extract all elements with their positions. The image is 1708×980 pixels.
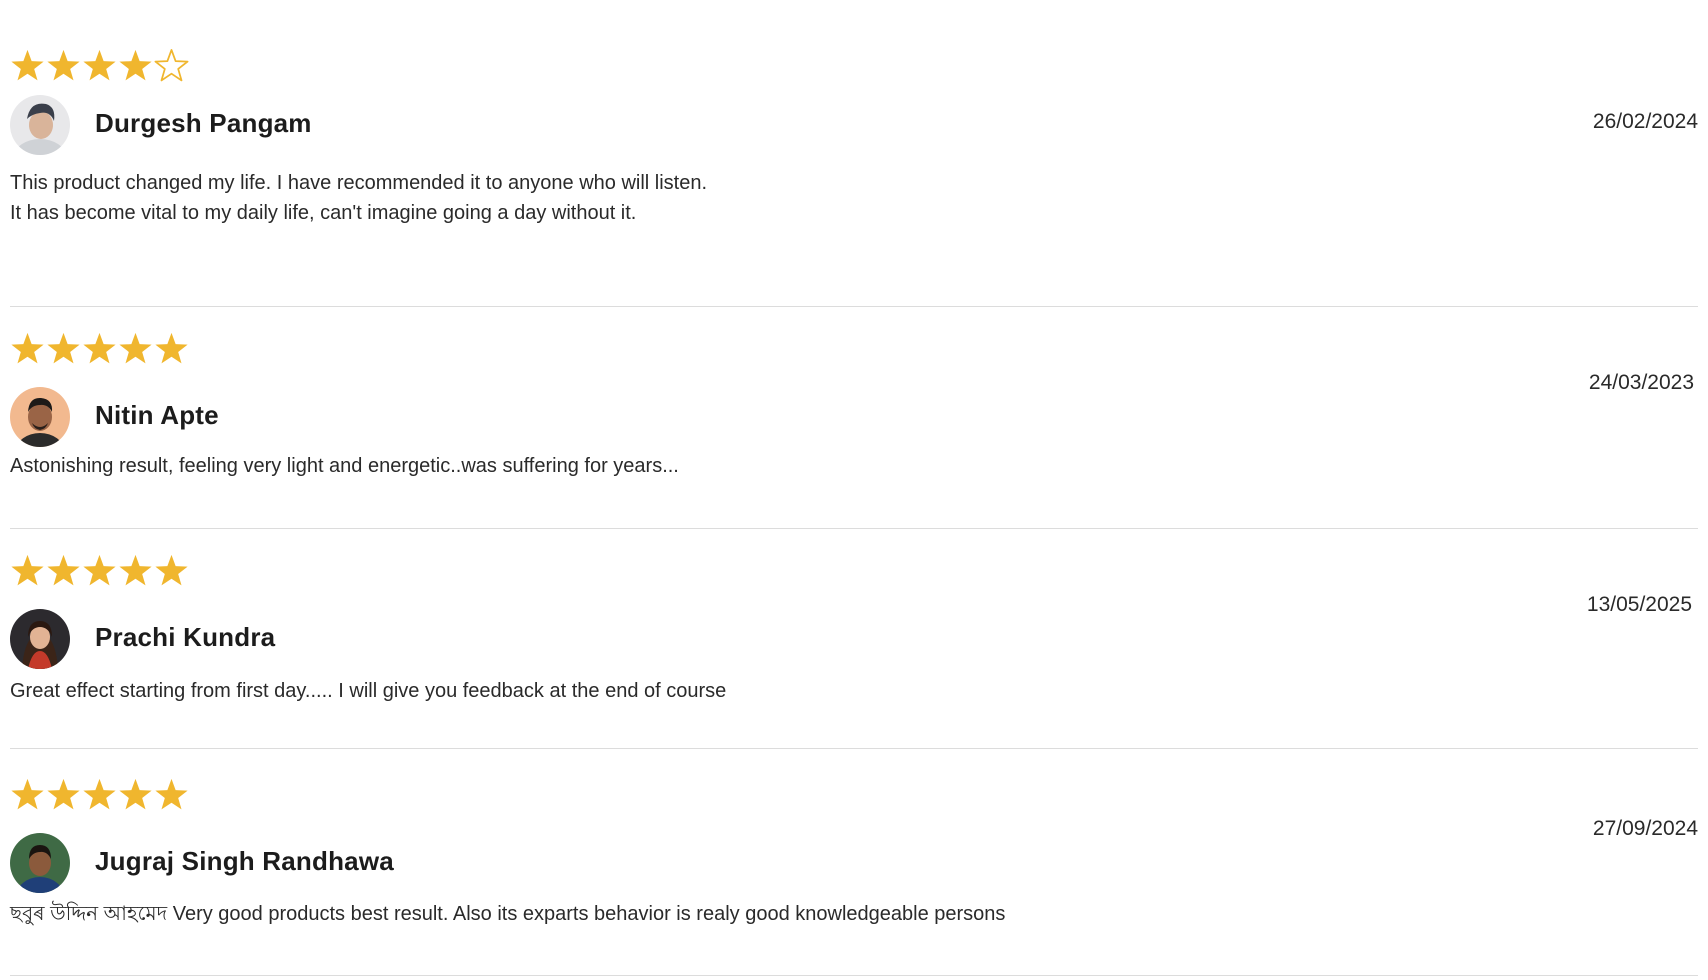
- review-text: Astonishing result, feeling very light a…: [10, 451, 679, 481]
- reviewer-name: Nitin Apte: [95, 400, 219, 430]
- review-item: Jugraj Singh Randhawa 27/09/2024 ছবুৰ উদ…: [10, 777, 1698, 977]
- avatar: [10, 387, 70, 447]
- star-filled-icon: [46, 553, 81, 589]
- star-filled-icon: [118, 553, 153, 589]
- star-rating: [10, 331, 189, 371]
- review-date: 24/03/2023: [1588, 371, 1694, 394]
- star-filled-icon: [118, 48, 153, 84]
- star-filled-icon: [82, 48, 117, 84]
- star-filled-icon: [82, 777, 117, 813]
- star-filled-icon: [10, 48, 45, 84]
- review-date: 27/09/2024: [1592, 817, 1698, 840]
- star-filled-icon: [154, 553, 189, 589]
- review-divider: [10, 748, 1698, 749]
- review-text-line: Astonishing result, feeling very light a…: [10, 455, 679, 477]
- star-filled-icon: [10, 553, 45, 589]
- star-filled-icon: [118, 331, 153, 367]
- star-filled-icon: [10, 331, 45, 367]
- review-text-line: It has become vital to my daily life, ca…: [10, 202, 637, 224]
- star-filled-icon: [46, 331, 81, 367]
- reviewer-name: Prachi Kundra: [95, 622, 276, 652]
- review-divider: [10, 975, 1698, 976]
- review-divider: [10, 528, 1698, 529]
- review-text-line: ছবুৰ উদ্দিন আহমেদ Very good products bes…: [10, 903, 1006, 925]
- star-filled-icon: [154, 777, 189, 813]
- reviews-list: Durgesh Pangam 26/02/2024 This product c…: [0, 0, 1708, 980]
- star-filled-icon: [46, 48, 81, 84]
- avatar: [10, 95, 70, 155]
- review-divider: [10, 306, 1698, 307]
- star-rating: [10, 48, 189, 88]
- star-rating: [10, 777, 189, 817]
- review-date: 26/02/2024: [1592, 110, 1698, 133]
- star-filled-icon: [46, 777, 81, 813]
- review-item: Prachi Kundra 13/05/2025 Great effect st…: [10, 553, 1698, 753]
- review-text: ছবুৰ উদ্দিন আহমেদ Very good products bes…: [10, 899, 1005, 929]
- star-empty-icon: [154, 48, 189, 84]
- avatar: [10, 833, 70, 893]
- review-text-line: Great effect starting from first day....…: [10, 680, 727, 702]
- avatar: [10, 609, 70, 669]
- review-text: This product changed my life. I have rec…: [10, 168, 707, 228]
- review-text: Great effect starting from first day....…: [10, 676, 726, 706]
- reviewer-name: Durgesh Pangam: [95, 108, 312, 138]
- star-filled-icon: [82, 553, 117, 589]
- reviewer-name: Jugraj Singh Randhawa: [95, 846, 394, 876]
- star-filled-icon: [154, 331, 189, 367]
- star-filled-icon: [82, 331, 117, 367]
- review-item: Nitin Apte 24/03/2023 Astonishing result…: [10, 331, 1698, 531]
- star-filled-icon: [118, 777, 153, 813]
- review-item: Durgesh Pangam 26/02/2024 This product c…: [10, 48, 1698, 307]
- review-text-line: This product changed my life. I have rec…: [10, 172, 708, 194]
- review-date: 13/05/2025: [1586, 593, 1692, 616]
- star-rating: [10, 553, 189, 593]
- star-filled-icon: [10, 777, 45, 813]
